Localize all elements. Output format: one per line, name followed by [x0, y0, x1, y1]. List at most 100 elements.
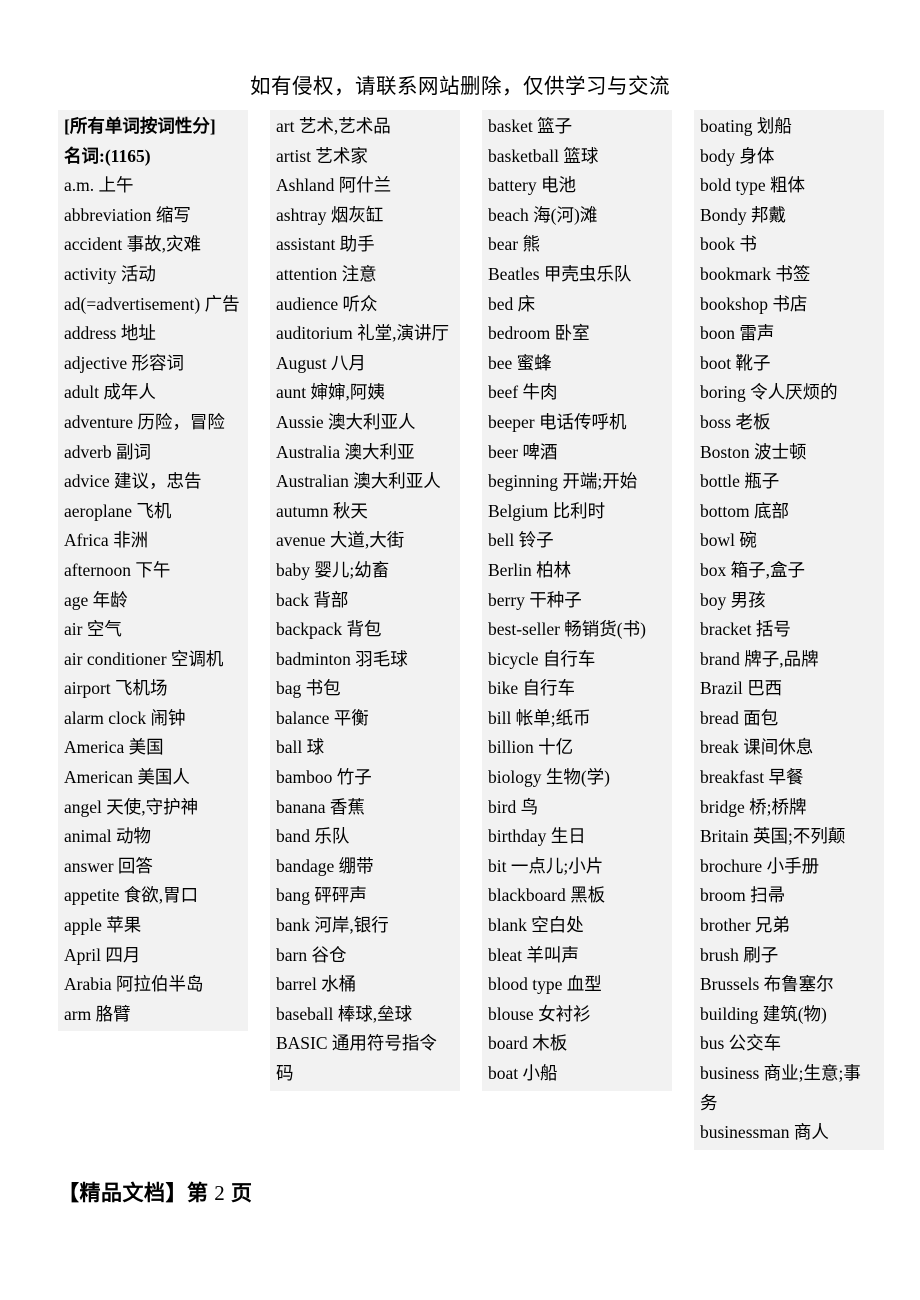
vocabulary-entry: basket 篮子 [488, 116, 573, 136]
vocabulary-entry: billion 十亿 [488, 737, 574, 758]
vocabulary-entry: Berlin 柏林 [488, 559, 572, 580]
vocabulary-entry: battery 电池 [488, 175, 576, 196]
vocabulary-entry: artist 艺术家 [276, 145, 368, 166]
vocabulary-entry: bill 帐单;纸币 [488, 707, 591, 728]
vocabulary-entry: bicycle 自行车 [488, 648, 596, 669]
footer-suffix: 页 [231, 1181, 253, 1205]
vocabulary-entry: audience 听众 [276, 293, 378, 314]
vocabulary-entry: barn 谷仓 [276, 944, 347, 965]
vocabulary-entry: accident 事故,灾难 [64, 234, 202, 255]
vocabulary-entry: age 年龄 [64, 589, 128, 610]
vocabulary-entry: bleat 羊叫声 [488, 944, 579, 965]
vocabulary-entry: beginning 开端;开始 [488, 471, 638, 492]
vocabulary-columns: [所有单词按词性分] 名词:(1165) a.m. 上午 abbreviation 缩… [0, 110, 920, 1150]
vocabulary-entry: adventure 历险，冒险 [64, 411, 225, 432]
vocabulary-entry: April 四月 [64, 944, 141, 965]
vocabulary-entry: art 艺术,艺术品 [276, 116, 391, 136]
vocabulary-entry: address 地址 [64, 323, 156, 344]
footer-label: 【精品文档】第 [58, 1181, 209, 1205]
vocabulary-entry: arm 胳臂 [64, 1003, 131, 1024]
vocabulary-entry: boon 雷声 [700, 323, 775, 344]
vocabulary-entry: boring 令人厌烦的 [700, 382, 838, 403]
vocabulary-column-1: [所有单词按词性分] 名词:(1165) a.m. 上午 abbreviation 缩… [58, 110, 248, 1032]
vocabulary-entry: biology 生物(学) [488, 767, 611, 788]
vocabulary-entry: [所有单词按词性分] [64, 116, 216, 136]
vocabulary-entry: Arabia 阿拉伯半岛 [64, 974, 204, 995]
vocabulary-entry: beach 海(河)滩 [488, 204, 598, 225]
vocabulary-entry: Ashland 阿什兰 [276, 175, 392, 196]
vocabulary-entry: brand 牌子,品牌 [700, 648, 819, 669]
vocabulary-entry: baby 婴儿;幼畜 [276, 559, 390, 580]
vocabulary-entry: autumn 秋天 [276, 500, 368, 521]
vocabulary-entry: bookshop 书店 [700, 293, 808, 314]
vocabulary-entry: brother 兄弟 [700, 915, 790, 936]
vocabulary-entry: air conditioner 空调机 [64, 648, 224, 669]
vocabulary-entry: assistant 助手 [276, 234, 375, 255]
vocabulary-entry: breakfast 早餐 [700, 767, 804, 788]
vocabulary-entry: bag 书包 [276, 678, 341, 699]
vocabulary-entry: answer 回答 [64, 855, 153, 876]
copyright-notice: 如有侵权，请联系网站删除，仅供学习与交流 [250, 76, 670, 98]
vocabulary-entry: animal 动物 [64, 826, 151, 847]
vocabulary-entry: appetite 食欲,胃口 [64, 885, 199, 906]
vocabulary-entry: bamboo 竹子 [276, 767, 372, 788]
vocabulary-entry: Bondy 邦戴 [700, 204, 787, 225]
vocabulary-entry: beer 啤酒 [488, 441, 558, 462]
vocabulary-entry: ashtray 烟灰缸 [276, 204, 384, 225]
vocabulary-entry: business 商业;生意;事务 [700, 1063, 861, 1113]
vocabulary-entry: Aussie 澳大利亚人 [276, 411, 416, 432]
vocabulary-entry: businessman 商人 [700, 1122, 829, 1143]
vocabulary-column-2: art 艺术,艺术品 artist 艺术家 Ashland 阿什兰 ashtray 烟… [270, 110, 460, 1091]
vocabulary-entry: bottle 瓶子 [700, 471, 780, 492]
vocabulary-entry: bike 自行车 [488, 678, 576, 699]
vocabulary-entry: angel 天使,守护神 [64, 796, 199, 817]
vocabulary-entry: box 箱子,盒子 [700, 559, 805, 580]
vocabulary-entry: bread 面包 [700, 707, 779, 728]
vocabulary-entry: basketball 篮球 [488, 145, 599, 166]
vocabulary-entry: brochure 小手册 [700, 855, 820, 876]
vocabulary-entry: bandage 绷带 [276, 855, 374, 876]
vocabulary-entry: banana 香蕉 [276, 796, 365, 817]
vocabulary-entry: Beatles 甲壳虫乐队 [488, 263, 632, 284]
vocabulary-entry: broom 扫帚 [700, 885, 786, 906]
vocabulary-column-4: boating 划船 body 身体 bold type 粗体 Bondy 邦戴 boo… [694, 110, 884, 1150]
vocabulary-entry: Australia 澳大利亚 [276, 441, 415, 462]
vocabulary-entry: Brazil 巴西 [700, 678, 783, 699]
vocabulary-entry: bridge 桥;桥牌 [700, 796, 807, 817]
vocabulary-entry: bell 铃子 [488, 530, 554, 551]
vocabulary-entry: aunt 婶婶,阿姨 [276, 382, 385, 403]
document-page: 如有侵权，请联系网站删除，仅供学习与交流 [所有单词按词性分] 名词:(1165)… [0, 0, 920, 1300]
vocabulary-entry: activity 活动 [64, 263, 156, 284]
vocabulary-entry: balance 平衡 [276, 707, 369, 728]
vocabulary-entry: bookmark 书签 [700, 263, 811, 284]
vocabulary-entry: ad(=advertisement) 广告 [64, 293, 240, 314]
vocabulary-entry: advice 建议，忠告 [64, 471, 202, 492]
vocabulary-entry: bit 一点儿;小片 [488, 855, 604, 876]
vocabulary-entry: bird 鸟 [488, 796, 539, 817]
vocabulary-entry: alarm clock 闹钟 [64, 707, 186, 728]
vocabulary-entry: berry 干种子 [488, 589, 582, 610]
vocabulary-entry: aeroplane 飞机 [64, 500, 172, 521]
vocabulary-entry: break 课间休息 [700, 737, 814, 758]
vocabulary-entry: America 美国 [64, 737, 164, 758]
vocabulary-entry: blouse 女衬衫 [488, 1003, 591, 1024]
vocabulary-entry: beeper 电话传呼机 [488, 411, 627, 432]
vocabulary-entry: blackboard 黑板 [488, 885, 606, 906]
vocabulary-entry: adult 成年人 [64, 382, 156, 403]
vocabulary-entry: Britain 英国;不列颠 [700, 826, 846, 847]
vocabulary-entry: attention 注意 [276, 263, 377, 284]
vocabulary-entry: blank 空白处 [488, 915, 584, 936]
vocabulary-entry: baseball 棒球,垒球 [276, 1003, 413, 1024]
vocabulary-entry: barrel 水桶 [276, 974, 357, 995]
vocabulary-entry: Australian 澳大利亚人 [276, 471, 441, 492]
vocabulary-entry: abbreviation 缩写 [64, 204, 191, 225]
vocabulary-entry: beef 牛肉 [488, 382, 558, 403]
vocabulary-entry: badminton 羽毛球 [276, 648, 408, 669]
vocabulary-entry: bear 熊 [488, 234, 540, 255]
vocabulary-entry: ball 球 [276, 737, 325, 758]
vocabulary-entry: bank 河岸,银行 [276, 915, 389, 936]
footer-page-number: 2 [214, 1181, 226, 1205]
vocabulary-entry: airport 飞机场 [64, 678, 168, 699]
vocabulary-entry: boot 靴子 [700, 352, 771, 373]
vocabulary-entry: avenue 大道,大街 [276, 530, 405, 551]
